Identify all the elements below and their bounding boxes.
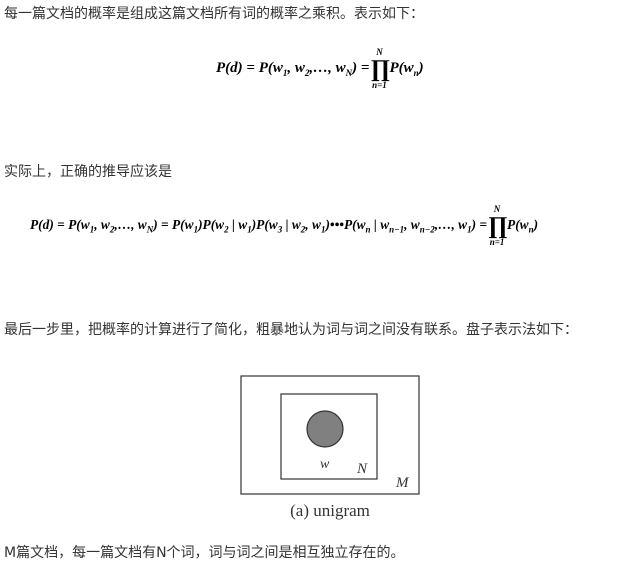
simplification-paragraph: 最后一步里，把概率的计算进行了简化，粗暴地认为词与词之间没有联系。盘子表示法如下…	[4, 322, 578, 338]
product-operator: N ∏ n=1	[488, 205, 508, 247]
inner-plate-label: N	[356, 461, 368, 477]
summary-paragraph: M篇文档，每一篇文档有N个词，词与词之间是相互独立存在的。	[4, 545, 405, 561]
formula-document-probability: P(d) = P(w1, w2,…, wN) = N ∏ n=1 P(wn)	[216, 47, 424, 90]
product-lower-limit: n=1	[489, 237, 505, 247]
product-symbol-icon: ∏	[488, 213, 508, 239]
plate-diagram: w N M (a) unigram	[240, 375, 420, 525]
product-symbol-icon: ∏	[370, 56, 391, 82]
plate-diagram-svg: w N M	[240, 375, 420, 495]
word-node-label: w	[320, 457, 330, 472]
product-operator: N ∏ n=1	[370, 48, 391, 90]
actual-derivation-paragraph: 实际上，正确的推导应该是	[4, 164, 172, 180]
word-node-circle	[306, 410, 344, 448]
formula-chain-rule: P(d) = P(w1, w2,…, wN) = P(w1)P(w2 | w1)…	[30, 204, 539, 247]
outer-plate-label: M	[395, 475, 410, 491]
plate-caption: (a) unigram	[290, 501, 370, 520]
intro-paragraph: 每一篇文档的概率是组成这篇文档所有词的概率之乘积。表示如下：	[4, 6, 424, 22]
product-lower-limit: n=1	[372, 80, 387, 90]
